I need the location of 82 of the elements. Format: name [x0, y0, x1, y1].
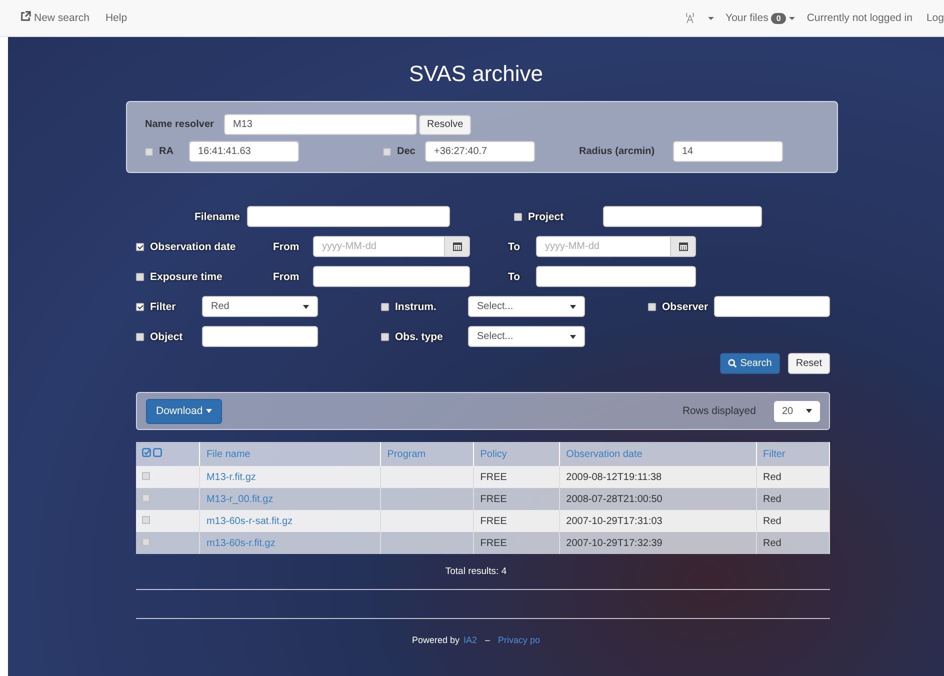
- checkbox[interactable]: [142, 494, 150, 502]
- date-input[interactable]: [536, 266, 696, 287]
- search-icon: [728, 359, 738, 368]
- nav-link[interactable]: New search: [20, 11, 90, 25]
- files-menu[interactable]: Your files 0: [726, 12, 795, 24]
- field-label: Radius (arcmin): [579, 146, 656, 157]
- field-label: To: [508, 270, 522, 282]
- select-all-icon[interactable]: [142, 448, 162, 457]
- footer-text: Powered by: [412, 635, 460, 645]
- select-dropdown[interactable]: Select...: [468, 326, 585, 347]
- field-label: Dec: [397, 146, 416, 157]
- resolve-button[interactable]: Resolve: [419, 114, 472, 134]
- filename-input[interactable]: [247, 206, 450, 227]
- calendar-button[interactable]: [445, 236, 470, 257]
- table-cell: Red: [763, 494, 782, 504]
- file-link[interactable]: M13-r.fit.gz: [206, 472, 256, 482]
- table-cell: Red: [763, 472, 782, 482]
- table-cell: FREE: [480, 538, 507, 548]
- table-cell: Red: [763, 538, 782, 548]
- checkbox[interactable]: [145, 148, 153, 156]
- count-badge: 0: [771, 12, 786, 24]
- checkbox[interactable]: [142, 472, 150, 480]
- checkbox[interactable]: [142, 538, 150, 546]
- dropdown-arrow-icon: [570, 334, 576, 338]
- calendar-button[interactable]: [671, 236, 696, 257]
- field-label: Filter: [150, 300, 176, 312]
- footer-separator: –: [485, 635, 490, 645]
- footer-link[interactable]: IA2: [463, 635, 477, 645]
- search-button[interactable]: Search: [720, 353, 780, 374]
- page-title: SVAS archive: [408, 61, 544, 87]
- table-cell: 2007-10-29T17:32:39: [566, 538, 662, 548]
- field-label: Project: [528, 210, 564, 222]
- field-label: Obs. type: [395, 330, 443, 342]
- total-results: Total results: 4: [445, 566, 507, 577]
- caret-icon: [788, 16, 795, 20]
- coordinate-input[interactable]: 16:41:41.63: [189, 141, 299, 162]
- select-dropdown[interactable]: Select...: [468, 296, 585, 317]
- radius-input[interactable]: 14: [673, 141, 783, 162]
- network-menu[interactable]: [684, 10, 714, 26]
- table-cell: FREE: [480, 494, 507, 504]
- table-cell: Red: [763, 516, 782, 526]
- observer-input[interactable]: [714, 296, 830, 317]
- dropdown-arrow-icon: [303, 304, 309, 308]
- select-dropdown[interactable]: Red: [202, 296, 318, 317]
- table-cell: 2009-08-12T19:11:38: [566, 472, 662, 482]
- login-link[interactable]: Log: [926, 12, 944, 24]
- antenna-icon: [684, 10, 696, 26]
- field-label: Name resolver: [145, 119, 215, 130]
- project-input[interactable]: [603, 206, 762, 227]
- field-label: To: [508, 240, 522, 252]
- field-label: Exposure time: [150, 270, 222, 282]
- checkbox[interactable]: [383, 148, 391, 156]
- field-label: RA: [159, 146, 174, 157]
- field-label: Rows displayed: [682, 405, 756, 417]
- table-cell: 2007-10-29T17:31:03: [566, 516, 662, 526]
- field-label: Instrum.: [395, 300, 436, 312]
- reset-button[interactable]: Reset: [788, 353, 830, 374]
- field-label: From: [273, 270, 300, 282]
- caret-icon: [206, 409, 212, 413]
- field-label: Object: [150, 330, 183, 342]
- field-label: Filename: [193, 210, 240, 222]
- checkbox[interactable]: [142, 516, 150, 524]
- date-input[interactable]: [313, 266, 470, 287]
- login-status: Currently not logged in: [806, 12, 912, 24]
- calendar-icon: [452, 242, 462, 251]
- dropdown-arrow-icon: [570, 304, 576, 308]
- name-input[interactable]: M13: [224, 114, 417, 135]
- table-cell: FREE: [480, 516, 507, 526]
- nav-link[interactable]: Help: [105, 12, 128, 24]
- coordinate-input[interactable]: +36:27:40.7: [425, 141, 535, 162]
- field-label: From: [273, 240, 300, 252]
- field-label: Observer: [662, 300, 708, 312]
- object-input[interactable]: [202, 326, 318, 347]
- table-cell: FREE: [480, 472, 507, 482]
- field-label: Observation date: [150, 240, 236, 252]
- caret-icon: [708, 16, 714, 20]
- download-button[interactable]: Download: [146, 398, 222, 424]
- calendar-icon: [678, 242, 688, 251]
- dropdown-arrow-icon: [806, 409, 812, 413]
- table-cell: 2008-07-28T21:00:50: [566, 494, 662, 504]
- privacy-link[interactable]: Privacy po: [498, 635, 540, 645]
- rows-select[interactable]: 20: [774, 400, 820, 422]
